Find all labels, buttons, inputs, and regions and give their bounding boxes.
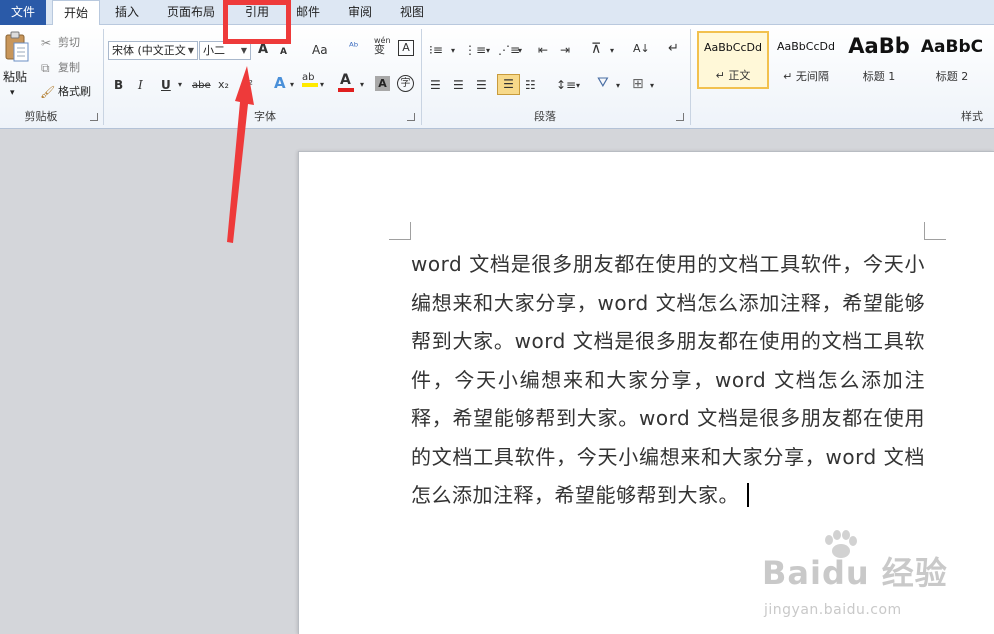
margin-corner-marker [924, 222, 946, 240]
tab-view[interactable]: 视图 [390, 0, 434, 25]
margin-corner-marker [389, 222, 411, 240]
decrease-indent-icon[interactable]: ⇤ [538, 42, 548, 58]
chevron-down-icon: ▼ [240, 46, 247, 55]
document-text: word 文档是很多朋友都在使用的文档工具软件，今天小编想来和大家分享，word… [411, 252, 925, 507]
underline-button[interactable]: U [161, 77, 171, 93]
clipboard-group-label: 剪贴板 [24, 110, 58, 123]
style-name: ↵ 无间隔 [783, 70, 829, 83]
paragraph-group-label: 段落 [534, 110, 556, 123]
align-right-icon[interactable]: ☰ [476, 77, 487, 93]
group-separator [421, 29, 422, 125]
copy-button[interactable]: 复制 [58, 60, 80, 76]
styles-group-label: 样式 [961, 110, 983, 123]
font-size-value: 小二 [203, 44, 225, 57]
align-left-icon[interactable]: ☰ [430, 77, 441, 93]
style-normal[interactable]: AaBbCcDd ↵ 正文 [697, 31, 769, 89]
chevron-down-icon[interactable]: ▾ [610, 43, 614, 59]
strikethrough-button[interactable]: abe [192, 78, 211, 94]
highlighter-icon[interactable]: ab [302, 73, 318, 87]
chevron-down-icon[interactable]: ▾ [576, 78, 580, 94]
format-painter-button[interactable]: 格式刷 [58, 84, 91, 100]
character-shading-button[interactable]: A [375, 76, 390, 91]
numbering-icon[interactable]: ⋮≡ [464, 42, 486, 58]
style-sample: AaBbCcDd [777, 40, 835, 53]
tab-insert[interactable]: 插入 [104, 0, 150, 25]
tab-home[interactable]: 开始 [52, 0, 100, 26]
style-sample: AaBb [848, 34, 910, 58]
document-body[interactable]: word 文档是很多朋友都在使用的文档工具软件，今天小编想来和大家分享，word… [411, 245, 925, 515]
chevron-down-icon[interactable]: ▾ [360, 77, 364, 93]
character-border-button[interactable]: A [398, 40, 414, 56]
chevron-down-icon[interactable]: ▾ [486, 43, 490, 59]
annotation-highlight-box [223, 0, 291, 44]
ribbon-tab-bar: 文件 开始 插入 页面布局 引用 邮件 审阅 视图 [0, 0, 994, 26]
copy-icon: ⧉ [41, 61, 50, 75]
chevron-down-icon[interactable]: ▾ [518, 43, 522, 59]
show-marks-icon[interactable]: ↵ [668, 41, 679, 57]
bullets-icon[interactable]: ⁝≡ [429, 42, 443, 58]
format-painter-icon: 🖌 [40, 85, 56, 99]
phonetic-guide-button[interactable]: wén 变 [374, 36, 391, 55]
chevron-down-icon: ▼ [187, 46, 194, 55]
shading-bucket-icon[interactable]: ⛛ [597, 75, 609, 91]
style-name: ↵ 正文 [715, 69, 751, 82]
tab-page-layout[interactable]: 页面布局 [158, 0, 224, 25]
sort-icon[interactable]: A↓ [633, 41, 650, 57]
text-cursor [747, 483, 749, 507]
clipboard-dialog-launcher[interactable] [90, 113, 98, 121]
chevron-down-icon[interactable]: ▾ [650, 78, 654, 94]
chinese-layout-icon[interactable]: ⊼ [591, 41, 601, 57]
justify-icon[interactable]: ☰ [497, 74, 520, 95]
borders-icon[interactable]: ⊞ [632, 76, 644, 92]
tab-review[interactable]: 审阅 [338, 0, 382, 25]
style-sample: AaBbCcDd [704, 41, 762, 54]
font-dialog-launcher[interactable] [407, 113, 415, 121]
ribbon: 粘贴 ▾ ✂ 剪切 ⧉ 复制 🖌 格式刷 剪贴板 宋体 (中文正文 ▼ 小二 ▼… [0, 25, 994, 129]
watermark-brand: Baidu 经验 [762, 554, 948, 592]
scissors-icon: ✂ [41, 36, 52, 50]
align-center-icon[interactable]: ☰ [453, 77, 464, 93]
chevron-down-icon[interactable]: ▾ [320, 77, 324, 93]
shrink-font-button[interactable]: A [280, 44, 287, 60]
grow-font-button[interactable]: A [258, 42, 268, 58]
chevron-down-icon[interactable]: ▾ [178, 77, 182, 93]
chevron-down-icon[interactable]: ▾ [616, 78, 620, 94]
paste-dropdown-arrow[interactable]: ▾ [10, 85, 15, 101]
baidu-watermark: Baidu 经验 jingyan.baidu.com [760, 530, 990, 630]
cut-button[interactable]: 剪切 [58, 35, 80, 51]
chevron-down-icon[interactable]: ▾ [290, 77, 294, 93]
italic-button[interactable]: I [138, 77, 143, 93]
style-name: 标题 1 [862, 70, 896, 83]
distributed-icon[interactable]: ☷ [525, 77, 536, 93]
clear-formatting-icon[interactable]: ᴬᵇ [349, 39, 358, 55]
tab-mailings[interactable]: 邮件 [288, 0, 328, 25]
paste-button[interactable]: 粘贴 [3, 69, 27, 85]
multilevel-list-icon[interactable]: ⋰≡ [498, 42, 520, 58]
group-separator [690, 29, 691, 125]
paste-icon[interactable] [4, 31, 30, 65]
group-separator [103, 29, 104, 125]
bold-button[interactable]: B [114, 77, 123, 93]
watermark-url: jingyan.baidu.com [764, 602, 902, 618]
tab-file[interactable]: 文件 [0, 0, 46, 25]
text-effects-icon[interactable]: A [274, 75, 286, 91]
font-group-label: 字体 [254, 110, 276, 123]
increase-indent-icon[interactable]: ⇥ [560, 42, 570, 58]
style-heading-1[interactable]: AaBb 标题 1 [843, 31, 915, 89]
subscript-button[interactable]: x₂ [218, 77, 229, 93]
style-heading-2[interactable]: AaBbC 标题 2 [916, 31, 988, 89]
enclose-characters-button[interactable]: 字 [397, 75, 414, 92]
style-name: 标题 2 [935, 70, 969, 83]
line-spacing-icon[interactable]: ↕≡ [556, 77, 576, 93]
font-family-combo[interactable]: 宋体 (中文正文 ▼ [108, 41, 198, 60]
font-family-value: 宋体 (中文正文 [112, 44, 186, 57]
paragraph-dialog-launcher[interactable] [676, 113, 684, 121]
font-color-icon[interactable]: A [338, 72, 354, 92]
chevron-down-icon[interactable]: ▾ [451, 43, 455, 59]
phonetic-guide-bottom: 变 [374, 43, 385, 56]
style-sample: AaBbC [920, 37, 984, 57]
style-no-spacing[interactable]: AaBbCcDd ↵ 无间隔 [770, 31, 842, 89]
change-case-button[interactable]: Aa [312, 42, 328, 58]
superscript-button[interactable]: x² [242, 77, 253, 93]
